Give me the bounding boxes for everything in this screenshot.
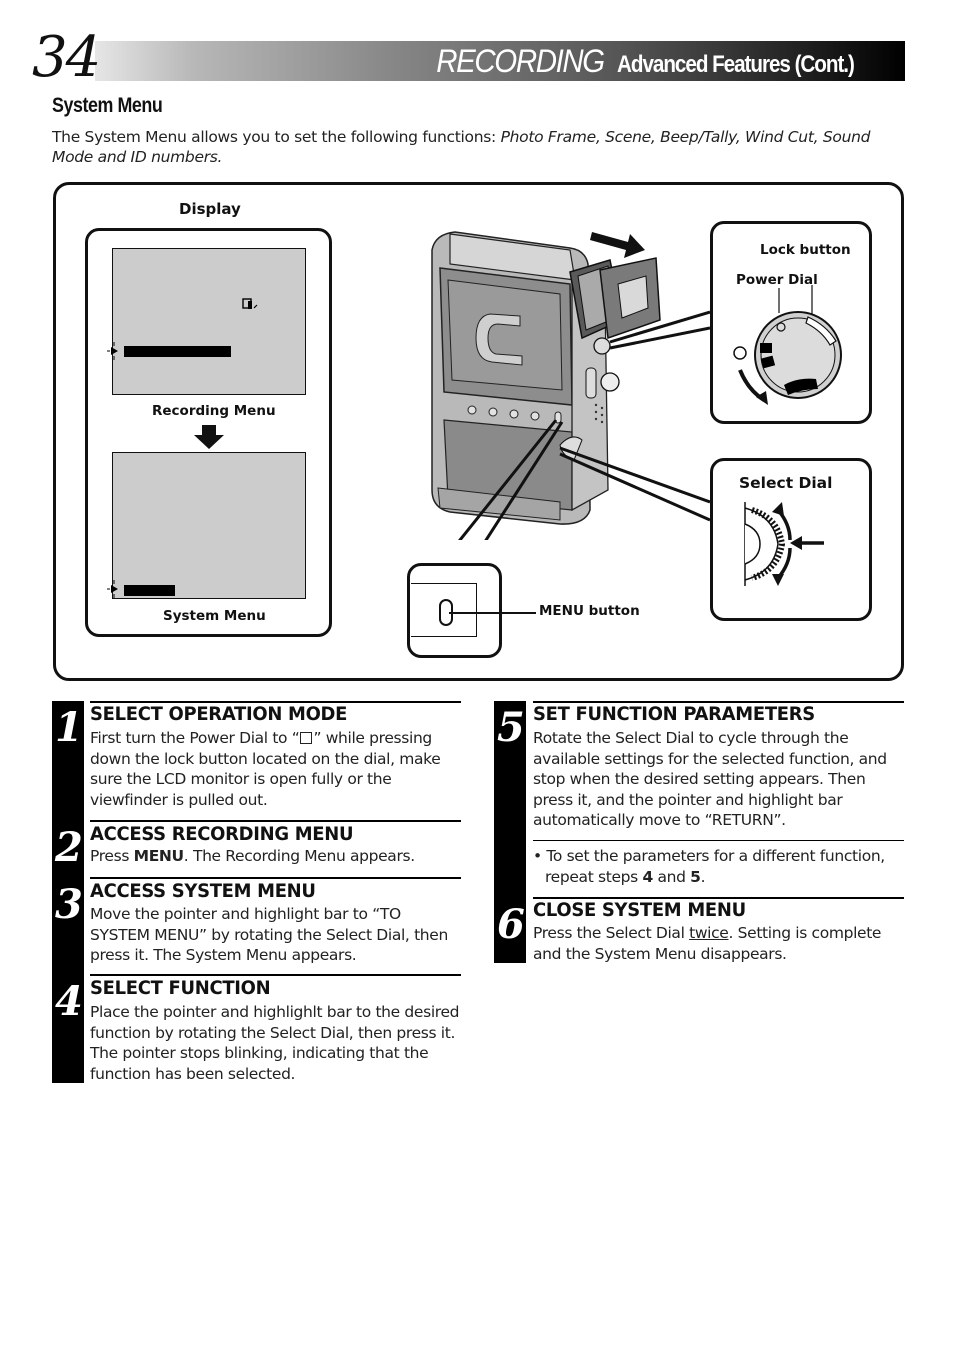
system-menu-label: System Menu <box>163 608 266 624</box>
step-6-heading: CLOSE SYSTEM MENU <box>533 900 746 921</box>
step-5-body: Rotate the Select Dial to cycle through … <box>533 729 887 830</box>
highlight-bar <box>124 346 231 357</box>
power-dial-icon <box>733 285 842 405</box>
page-title-main: RECORDING <box>435 43 605 79</box>
section-title: System Menu <box>52 94 163 117</box>
note-step-ref: 5 <box>690 867 701 886</box>
photo-mode-square-icon <box>300 732 313 744</box>
page-number: 34 <box>32 25 101 90</box>
step-2-number: 2 <box>55 824 83 871</box>
step-3-heading: ACCESS SYSTEM MENU <box>90 881 316 902</box>
display-label: Display <box>179 200 241 218</box>
page-title: RECORDING Advanced Features (Cont.) <box>429 42 892 80</box>
step-3-body: Move the pointer and highlight bar to “T… <box>90 905 448 965</box>
menu-button-label: MENU button <box>539 603 640 619</box>
note-text-mid: and <box>652 867 691 886</box>
step-1-heading: SELECT OPERATION MODE <box>90 704 348 725</box>
step-6-emphasis: twice <box>689 924 729 942</box>
page-title-sub: Advanced Features (Cont.) <box>616 51 855 78</box>
step-5-number: 5 <box>497 704 525 751</box>
camcorder-illustration <box>431 231 710 540</box>
step-1-number: 1 <box>55 704 83 751</box>
step-4-heading: SELECT FUNCTION <box>90 978 271 999</box>
step-6-body-pre: Press the Select Dial <box>533 924 690 942</box>
step-6-body: Press the Select Dial twice. Setting is … <box>533 923 908 964</box>
step-1-body-pre: First turn the Power Dial to “ <box>90 729 300 747</box>
pull-arrow-icon <box>590 232 645 258</box>
step-5-rule <box>533 701 904 703</box>
pointer-icon <box>107 580 118 598</box>
note-step-ref: 4 <box>642 867 653 886</box>
note-text-post: . <box>700 867 706 886</box>
recording-menu-label: Recording Menu <box>152 403 276 419</box>
pointer-icon <box>107 342 118 360</box>
step-4-rule <box>90 974 461 976</box>
step-2-body-pre: Press <box>90 847 134 865</box>
photo-frame-icon <box>242 298 258 309</box>
note-rule <box>533 840 904 841</box>
select-dial-icon <box>744 502 824 586</box>
down-arrow-icon <box>194 425 224 449</box>
step-4-body: Place the pointer and highlighlt bar to … <box>90 1003 460 1083</box>
step-4-number: 4 <box>55 978 83 1025</box>
step-2-body-post: . The Recording Menu appears. <box>183 847 415 865</box>
lock-button-label: Lock button <box>760 242 851 258</box>
system-menu-screen <box>107 452 306 599</box>
step-5-heading: SET FUNCTION PARAMETERS <box>533 704 815 725</box>
step-2-body: Press MENU. The Recording Menu appears. <box>90 846 465 867</box>
menu-keyword: MENU <box>133 847 185 865</box>
step-5-note: • To set the parameters for a different … <box>533 847 885 886</box>
step-3-rule <box>90 877 461 879</box>
menu-button-leader-line <box>449 612 536 614</box>
step-6-number: 6 <box>497 901 525 948</box>
highlight-bar <box>124 585 175 596</box>
step-3-number: 3 <box>55 881 83 928</box>
step-1-body: First turn the Power Dial to “” while pr… <box>90 728 465 810</box>
intro-paragraph: The System Menu allows you to set the fo… <box>52 127 902 167</box>
step-2-heading: ACCESS RECORDING MENU <box>90 824 354 845</box>
intro-text: The System Menu allows you to set the fo… <box>52 128 501 146</box>
select-dial-label: Select Dial <box>739 474 833 492</box>
step-6-rule <box>533 897 904 899</box>
note-text-pre: To set the parameters for a different fu… <box>545 847 885 886</box>
recording-menu-screen <box>107 248 306 395</box>
step-1-rule <box>90 701 461 703</box>
step-2-rule <box>90 820 461 822</box>
